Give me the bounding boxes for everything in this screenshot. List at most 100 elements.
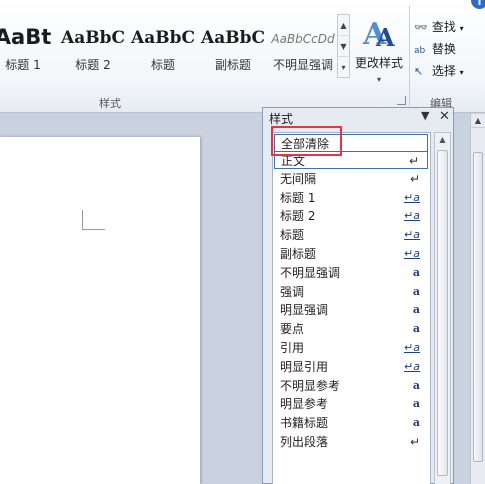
style-list-item[interactable]: 标题 ↵a	[274, 226, 428, 244]
style-list-item[interactable]: 标题 2 ↵a	[274, 207, 428, 225]
style-label: 列出段落	[280, 435, 329, 449]
group-divider	[409, 6, 410, 106]
scroll-thumb[interactable]	[473, 152, 483, 462]
style-list-item[interactable]: 书籍标题 a	[274, 414, 428, 432]
change-styles-button[interactable]: A A 更改样式 ▾	[352, 16, 406, 86]
style-label: 强调	[280, 284, 305, 299]
style-label: 不明显强调	[280, 265, 341, 280]
close-icon[interactable]: ✕	[439, 109, 450, 124]
editing-group: 👓 查找 ▾ ab 替换 ↖ 选择 ▾	[414, 16, 485, 82]
linked-style-icon: ↵a	[404, 190, 420, 204]
quick-style-name: 标题 1	[5, 58, 41, 72]
quick-style-sample: AaBbC	[131, 28, 195, 48]
style-list-item[interactable]: 副标题 ↵a	[274, 245, 428, 263]
linked-style-icon: ↵a	[404, 228, 420, 242]
select-button[interactable]: ↖ 选择 ▾	[414, 60, 485, 82]
margin-corner-mark	[82, 210, 105, 230]
change-styles-label: 更改样式	[354, 56, 403, 70]
quick-style-subtitle[interactable]: AaBbC 副标题	[198, 14, 268, 78]
quick-style-subtle-emphasis[interactable]: AaBbCcDd 不明显强调	[268, 14, 338, 78]
style-label: 标题 1	[280, 190, 316, 205]
paragraph-mark-icon: ↵	[409, 171, 420, 186]
quick-styles-gallery[interactable]: AaBt 标题 1 AaBbC 标题 2 AaBbC 标题 AaBbC 副标题 …	[0, 14, 336, 78]
styles-pane-title: 样式	[269, 112, 294, 126]
find-label: 查找	[431, 20, 456, 34]
style-list-item[interactable]: 不明显参考 a	[274, 377, 428, 395]
highlight-box	[271, 126, 342, 156]
quick-style-name: 副标题	[214, 58, 251, 72]
scroll-up-icon[interactable]: ▲	[471, 114, 485, 128]
binoculars-icon: 👓	[414, 21, 428, 34]
ribbon: AaBt 标题 1 AaBbC 标题 2 AaBbC 标题 AaBbC 副标题 …	[0, 0, 485, 113]
style-list-item[interactable]: 不明显强调 a	[274, 264, 428, 282]
style-label: 正文	[281, 154, 306, 168]
quick-style-heading-1[interactable]: AaBt 标题 1	[0, 14, 58, 78]
dialog-launcher-icon[interactable]	[397, 96, 406, 105]
gallery-down-icon[interactable]: ▼	[338, 36, 349, 57]
quick-style-sample: AaBbCcDd	[271, 32, 335, 46]
styles-group-label: 样式	[99, 97, 121, 110]
style-list-item[interactable]: 无间隔 ↵	[274, 170, 428, 188]
replace-icon: ab	[414, 46, 426, 56]
gallery-more-icon[interactable]: ▾	[338, 57, 349, 78]
style-list-item[interactable]: 列出段落 ↵	[274, 433, 428, 451]
quick-style-sample: AaBbC	[201, 28, 265, 48]
select-label: 选择	[431, 64, 456, 78]
character-style-icon: a	[412, 265, 420, 279]
style-list-item[interactable]: 明显参考 a	[274, 395, 428, 413]
paragraph-mark-icon: ↵	[409, 435, 420, 449]
style-list-item[interactable]: 要点 a	[274, 320, 428, 338]
linked-style-icon: ↵a	[404, 209, 420, 223]
quick-style-name: 不明显强调	[272, 58, 333, 72]
gallery-scroll[interactable]: ▲ ▼ ▾	[337, 14, 350, 78]
style-list-item[interactable]: 明显引用 ↵a	[274, 358, 428, 376]
pane-options-icon[interactable]: ▼	[421, 109, 429, 122]
character-style-icon: a	[412, 416, 420, 430]
chevron-down-icon: ▾	[459, 24, 464, 33]
style-label: 标题	[280, 228, 305, 243]
document-scrollbar[interactable]: ▲	[470, 114, 485, 484]
linked-style-icon: ↵a	[404, 359, 420, 373]
character-style-icon: a	[412, 397, 420, 411]
style-list-item[interactable]: 明显强调 a	[274, 301, 428, 319]
scroll-thumb[interactable]	[437, 150, 448, 476]
style-list-item[interactable]: 引用 ↵a	[274, 339, 428, 357]
change-styles-icon: A A	[362, 17, 395, 50]
style-label: 标题 2	[280, 209, 316, 224]
style-label: 无间隔	[280, 171, 317, 186]
character-style-icon: a	[412, 378, 420, 392]
linked-style-icon: ↵a	[404, 247, 420, 260]
style-label: 明显强调	[280, 303, 329, 318]
style-list-item[interactable]: 强调 a	[274, 283, 428, 301]
style-label: 要点	[280, 322, 305, 337]
quick-style-title[interactable]: AaBbC 标题	[128, 14, 198, 78]
chevron-down-icon: ▾	[376, 75, 381, 84]
quick-style-name: 标题 2	[75, 58, 111, 72]
style-label: 明显参考	[280, 397, 329, 412]
replace-button[interactable]: ab 替换	[414, 38, 485, 60]
style-list-item[interactable]: 标题 1 ↵a	[274, 189, 428, 207]
replace-label: 替换	[431, 42, 456, 56]
quick-style-sample: AaBbC	[61, 28, 125, 48]
character-style-icon: a	[412, 284, 420, 298]
find-button[interactable]: 👓 查找 ▾	[414, 16, 485, 38]
document-page[interactable]	[0, 137, 200, 484]
quick-style-sample: AaBt	[0, 25, 52, 49]
gallery-up-icon[interactable]: ▲	[338, 15, 349, 36]
linked-style-icon: ↵a	[404, 341, 420, 354]
style-label: 副标题	[280, 247, 317, 261]
character-style-icon: a	[412, 322, 420, 336]
help-icon[interactable]: i	[471, 0, 485, 9]
quick-style-heading-2[interactable]: AaBbC 标题 2	[58, 14, 128, 78]
chevron-down-icon: ▾	[459, 68, 464, 77]
quick-style-name: 标题	[150, 58, 175, 72]
style-label: 不明显参考	[280, 378, 341, 393]
style-label: 明显引用	[280, 359, 329, 374]
style-label: 引用	[280, 341, 305, 355]
character-style-icon: a	[412, 303, 420, 317]
style-label: 书籍标题	[280, 416, 329, 431]
styles-list-scrollbar[interactable]: ▲	[434, 132, 451, 484]
paragraph-mark-icon: ↵	[408, 154, 419, 168]
scroll-up-icon[interactable]: ▲	[435, 133, 450, 147]
cursor-icon: ↖	[414, 65, 424, 78]
